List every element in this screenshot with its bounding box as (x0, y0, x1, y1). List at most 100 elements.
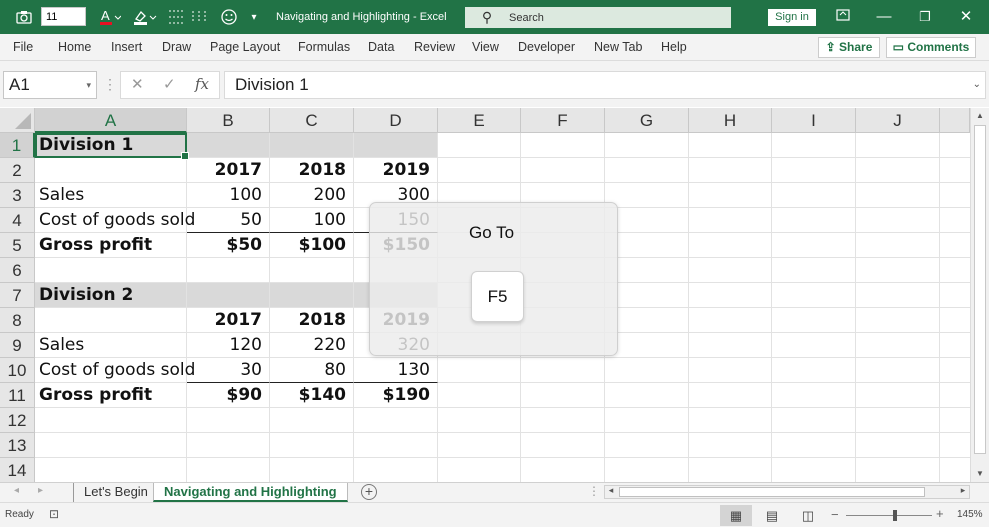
column-header-k[interactable] (940, 108, 970, 133)
cell-a5[interactable]: Gross profit (35, 233, 187, 258)
tab-scroll-left-icon[interactable]: ◂ (14, 485, 19, 496)
cell-c10[interactable]: 80 (270, 358, 354, 383)
formula-bar-resize-handle[interactable]: ⋮ (103, 76, 117, 93)
formula-input[interactable]: Division 1 ⌄ (224, 71, 986, 99)
horizontal-scroll-thumb[interactable] (619, 487, 925, 497)
zoom-slider[interactable] (846, 515, 932, 516)
row-header-4[interactable]: 4 (0, 208, 35, 233)
comments-button[interactable]: ▭ Comments (886, 37, 976, 58)
minimize-icon[interactable]: — (864, 0, 904, 34)
row-header-1[interactable]: 1 (0, 133, 35, 158)
cell-c8[interactable]: 2018 (270, 308, 354, 333)
cell-b11[interactable]: $90 (187, 382, 270, 408)
select-all-button[interactable] (0, 108, 35, 133)
sign-in-button[interactable]: Sign in (768, 9, 816, 26)
cell-d10[interactable]: 130 (354, 358, 438, 383)
cell-a11[interactable]: Gross profit (35, 383, 187, 408)
menu-data[interactable]: Data (368, 34, 394, 61)
cell-c11[interactable]: $140 (270, 382, 354, 408)
qat-customize-icon[interactable]: ▾ (246, 0, 262, 34)
cell-b10[interactable]: 30 (187, 358, 270, 383)
scroll-left-icon[interactable]: ◂ (605, 485, 617, 496)
row-header-5[interactable]: 5 (0, 233, 35, 258)
column-header-f[interactable]: F (521, 108, 605, 133)
column-header-h[interactable]: H (689, 108, 772, 133)
zoom-slider-thumb[interactable] (893, 510, 897, 521)
cell-a4[interactable]: Cost of goods sold (35, 208, 195, 233)
normal-view-icon[interactable]: ▦ (720, 505, 752, 526)
scroll-right-icon[interactable]: ▸ (957, 485, 969, 496)
borders-icon[interactable] (164, 0, 212, 34)
cell-b2[interactable]: 2017 (187, 158, 270, 183)
tab-scroll-right-icon[interactable]: ▸ (38, 485, 43, 496)
column-header-j[interactable]: J (856, 108, 940, 133)
cell-a7[interactable]: Division 2 (35, 283, 187, 308)
row-header-11[interactable]: 11 (0, 383, 35, 408)
menu-review[interactable]: Review (414, 34, 455, 61)
cell-a9[interactable]: Sales (35, 333, 187, 358)
column-header-g[interactable]: G (605, 108, 689, 133)
cell-b1[interactable] (187, 133, 270, 158)
menu-developer[interactable]: Developer (518, 34, 575, 61)
row-header-12[interactable]: 12 (0, 408, 35, 433)
row-header-13[interactable]: 13 (0, 433, 35, 458)
ribbon-display-icon[interactable] (823, 0, 863, 34)
page-break-preview-icon[interactable]: ◫ (792, 505, 824, 526)
row-header-7[interactable]: 7 (0, 283, 35, 308)
emoji-icon[interactable] (216, 0, 242, 34)
menu-home[interactable]: Home (58, 34, 91, 61)
macro-record-icon[interactable]: ⊡ (49, 507, 59, 521)
horizontal-scrollbar[interactable]: ◂ ▸ (604, 485, 970, 499)
menu-draw[interactable]: Draw (162, 34, 191, 61)
cell-c3[interactable]: 200 (270, 183, 354, 208)
add-sheet-icon[interactable]: + (361, 484, 377, 500)
font-color-icon[interactable]: A (96, 0, 124, 34)
cell-c5[interactable]: $100 (270, 232, 354, 258)
expand-formula-bar-icon[interactable]: ⌄ (973, 72, 981, 98)
insert-function-icon[interactable]: fx (195, 75, 209, 93)
name-box[interactable]: A1 ▾ (3, 71, 97, 99)
row-header-9[interactable]: 9 (0, 333, 35, 358)
cell-a3[interactable]: Sales (35, 183, 187, 208)
search-box[interactable]: ⚲ Search (465, 7, 731, 28)
enter-icon[interactable]: ✓ (163, 75, 176, 93)
cell-b7[interactable] (187, 283, 270, 308)
cell-c9[interactable]: 220 (270, 333, 354, 358)
cell-d1[interactable] (354, 133, 438, 158)
row-header-14[interactable]: 14 (0, 458, 35, 482)
chevron-down-icon[interactable]: ▾ (86, 72, 91, 98)
highlight-color-icon[interactable] (130, 0, 160, 34)
row-header-3[interactable]: 3 (0, 183, 35, 208)
zoom-in-icon[interactable]: + (936, 506, 944, 521)
row-header-6[interactable]: 6 (0, 258, 35, 283)
zoom-level[interactable]: 145% (957, 509, 983, 520)
column-header-e[interactable]: E (438, 108, 521, 133)
cancel-icon[interactable]: ✕ (131, 75, 144, 93)
cell-b8[interactable]: 2017 (187, 308, 270, 333)
cell-c2[interactable]: 2018 (270, 158, 354, 183)
menu-file[interactable]: File (13, 34, 33, 61)
cell-d11[interactable]: $190 (354, 382, 438, 408)
menu-formulas[interactable]: Formulas (298, 34, 350, 61)
cell-c1[interactable] (270, 133, 354, 158)
restore-icon[interactable]: ❐ (905, 0, 945, 34)
column-header-b[interactable]: B (187, 108, 270, 133)
menu-page-layout[interactable]: Page Layout (210, 34, 280, 61)
share-button[interactable]: ⇪ Share (818, 37, 880, 58)
vertical-scroll-thumb[interactable] (974, 125, 986, 454)
cell-b9[interactable]: 120 (187, 333, 270, 358)
cell-b4[interactable]: 50 (187, 208, 270, 233)
cell-c7[interactable] (270, 283, 354, 308)
column-header-a[interactable]: A (35, 108, 187, 133)
column-header-d[interactable]: D (354, 108, 438, 133)
font-size-input[interactable]: 11 (41, 7, 86, 26)
vertical-scrollbar[interactable]: ▲ ▼ (970, 108, 989, 482)
column-header-c[interactable]: C (270, 108, 354, 133)
cell-a10[interactable]: Cost of goods sold (35, 358, 195, 383)
row-header-8[interactable]: 8 (0, 308, 35, 333)
cell-d2[interactable]: 2019 (354, 158, 438, 183)
scroll-up-icon[interactable]: ▲ (971, 108, 989, 124)
menu-view[interactable]: View (472, 34, 499, 61)
cell-a1[interactable]: Division 1 (35, 133, 187, 158)
cell-b5[interactable]: $50 (187, 232, 270, 258)
